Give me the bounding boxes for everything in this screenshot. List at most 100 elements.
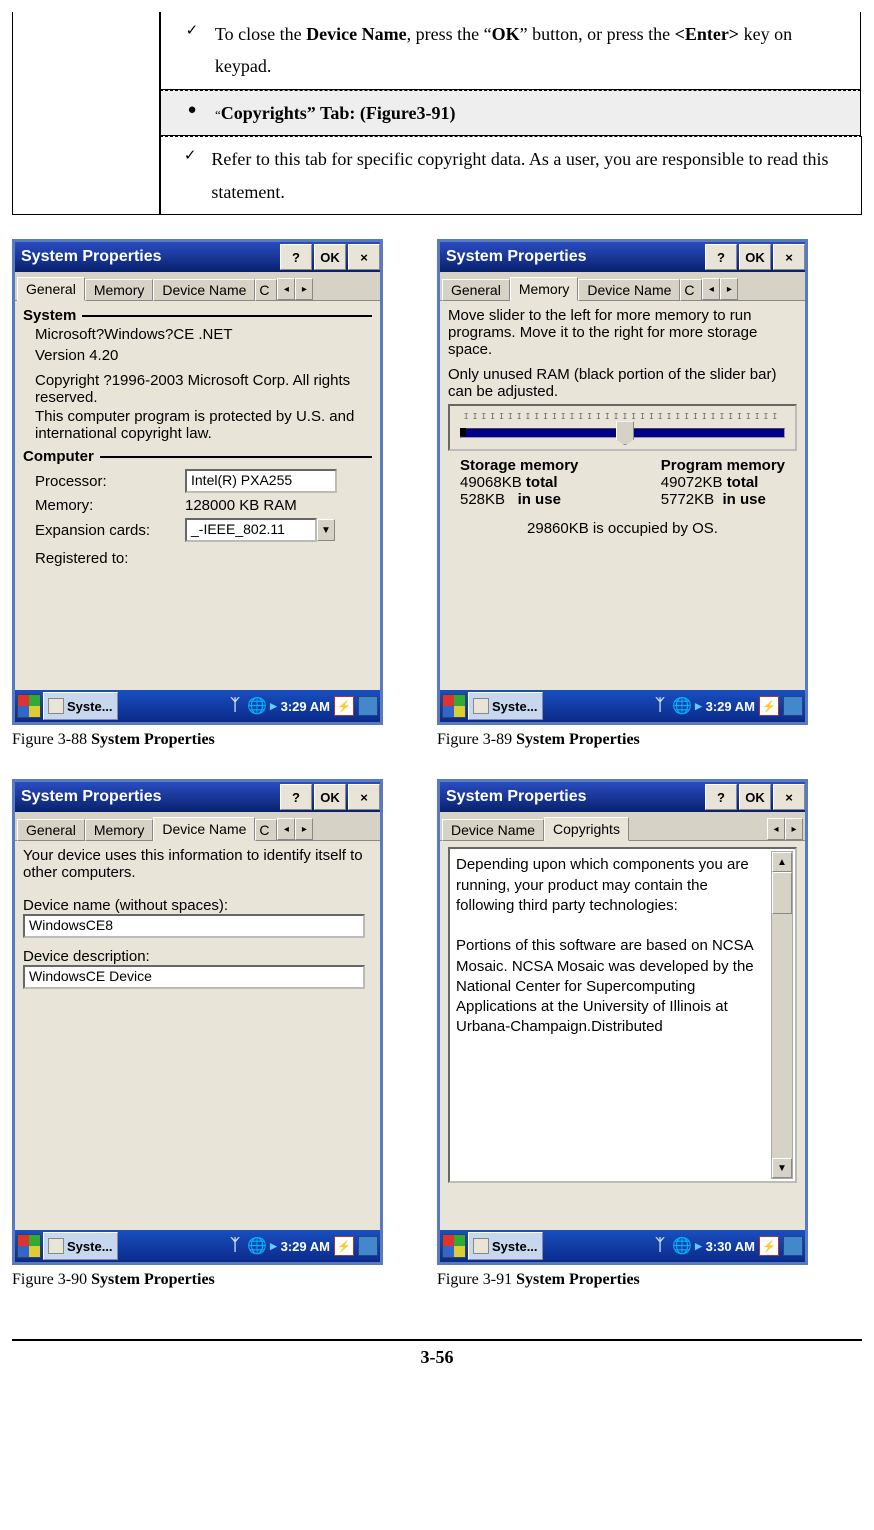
start-button[interactable] bbox=[442, 694, 466, 718]
system-icon bbox=[473, 698, 489, 714]
system-line1: Microsoft?Windows?CE .NET bbox=[23, 324, 372, 345]
tab-general[interactable]: General bbox=[442, 279, 510, 301]
battery-icon[interactable]: ⚡ bbox=[334, 696, 354, 716]
close-button[interactable]: × bbox=[773, 784, 805, 810]
battery-icon[interactable]: ⚡ bbox=[759, 1236, 779, 1256]
help-button[interactable]: ? bbox=[280, 244, 312, 270]
tab-scroll-right-icon[interactable]: ▸ bbox=[785, 818, 803, 840]
ok-button[interactable]: OK bbox=[314, 244, 346, 270]
desktop-icon[interactable] bbox=[783, 1236, 803, 1256]
device-screenshot-89: System Properties ? OK × General Memory … bbox=[437, 239, 808, 725]
page-number: 3-56 bbox=[12, 1339, 862, 1368]
storage-inuse: 528KB bbox=[460, 491, 505, 508]
battery-icon[interactable]: ⚡ bbox=[759, 696, 779, 716]
tab-device-name[interactable]: Device Name bbox=[442, 819, 544, 841]
desktop-icon[interactable] bbox=[358, 1236, 378, 1256]
expansion-select[interactable]: _-IEEE_802.11 ▼ bbox=[185, 518, 335, 542]
clock-time[interactable]: 3:30 AM bbox=[706, 1239, 755, 1254]
globe-icon[interactable]: 🌐 bbox=[673, 1237, 691, 1255]
scroll-down-icon[interactable]: ▼ bbox=[772, 1158, 792, 1178]
device-descr-input[interactable]: WindowsCE Device bbox=[23, 965, 365, 989]
tab-scroll-right-icon[interactable]: ▸ bbox=[720, 278, 738, 300]
window-title: System Properties bbox=[446, 248, 587, 266]
start-button[interactable] bbox=[17, 694, 41, 718]
help-button[interactable]: ? bbox=[280, 784, 312, 810]
figure-caption-90: Figure 3-90 System Properties bbox=[12, 1271, 377, 1289]
clock-time[interactable]: 3:29 AM bbox=[281, 699, 330, 714]
help-button[interactable]: ? bbox=[705, 244, 737, 270]
window-title: System Properties bbox=[446, 788, 587, 806]
tab-general[interactable]: General bbox=[17, 819, 85, 841]
memory-desc-2: Only unused RAM (black portion of the sl… bbox=[448, 366, 797, 400]
wifi-icon[interactable]: ᛉ bbox=[651, 697, 669, 715]
device-screenshot-88: System Properties ? OK × General Memory … bbox=[12, 239, 383, 725]
start-button[interactable] bbox=[17, 1234, 41, 1258]
taskbar-app-button[interactable]: Syste... bbox=[468, 1232, 543, 1260]
tab-device-name[interactable]: Device Name bbox=[153, 817, 255, 841]
wifi-icon[interactable]: ᛉ bbox=[226, 1237, 244, 1255]
device-name-label: Device name (without spaces): bbox=[23, 897, 372, 914]
tab-memory[interactable]: Memory bbox=[85, 279, 154, 301]
tab-device-name[interactable]: Device Name bbox=[153, 279, 255, 301]
tab-general[interactable]: General bbox=[17, 277, 85, 301]
desktop-icon[interactable] bbox=[358, 696, 378, 716]
instruction-row-2: ● “Copyrights” Tab: (Figure3-91) bbox=[160, 90, 861, 136]
device-name-input[interactable]: WindowsCE8 bbox=[23, 914, 365, 938]
tab-device-name[interactable]: Device Name bbox=[578, 279, 680, 301]
wifi-icon[interactable]: ᛉ bbox=[226, 697, 244, 715]
battery-icon[interactable]: ⚡ bbox=[334, 1236, 354, 1256]
storage-header: Storage memory bbox=[460, 457, 578, 474]
tab-memory[interactable]: Memory bbox=[510, 277, 579, 301]
tab-scroll-left-icon[interactable]: ◂ bbox=[702, 278, 720, 300]
close-button[interactable]: × bbox=[773, 244, 805, 270]
device-screenshot-90: System Properties ? OK × General Memory … bbox=[12, 779, 383, 1265]
ok-button[interactable]: OK bbox=[314, 784, 346, 810]
expansion-value: _-IEEE_802.11 bbox=[185, 518, 317, 542]
tab-copyrights[interactable]: Copyrights bbox=[544, 817, 629, 841]
system-group-label: System bbox=[23, 307, 76, 324]
instruction-row-1: ✓ To close the Device Name, press the “O… bbox=[160, 12, 861, 90]
tab-partial[interactable]: C bbox=[680, 279, 702, 301]
tab-scroll-right-icon[interactable]: ▸ bbox=[295, 818, 313, 840]
figure-caption-91: Figure 3-91 System Properties bbox=[437, 1271, 802, 1289]
globe-icon[interactable]: 🌐 bbox=[673, 697, 691, 715]
tab-partial[interactable]: C bbox=[255, 819, 277, 841]
taskbar-app-button[interactable]: Syste... bbox=[468, 692, 543, 720]
window-title: System Properties bbox=[21, 788, 162, 806]
check-icon: ✓ bbox=[169, 143, 211, 208]
taskbar-app-button[interactable]: Syste... bbox=[43, 692, 118, 720]
clock-time[interactable]: 3:29 AM bbox=[281, 1239, 330, 1254]
tab-scroll-right-icon[interactable]: ▸ bbox=[295, 278, 313, 300]
globe-icon[interactable]: 🌐 bbox=[248, 697, 266, 715]
close-button[interactable]: × bbox=[348, 784, 380, 810]
slider-thumb[interactable] bbox=[616, 421, 634, 445]
globe-icon[interactable]: 🌐 bbox=[248, 1237, 266, 1255]
tab-scroll-left-icon[interactable]: ◂ bbox=[277, 278, 295, 300]
tab-memory[interactable]: Memory bbox=[85, 819, 154, 841]
instructions-table: ✓ To close the Device Name, press the “O… bbox=[12, 12, 862, 215]
clock-time[interactable]: 3:29 AM bbox=[706, 699, 755, 714]
ok-button[interactable]: OK bbox=[739, 784, 771, 810]
taskbar-app-button[interactable]: Syste... bbox=[43, 1232, 118, 1260]
help-button[interactable]: ? bbox=[705, 784, 737, 810]
desktop-icon[interactable] bbox=[783, 696, 803, 716]
window-title: System Properties bbox=[21, 248, 162, 266]
ok-button[interactable]: OK bbox=[739, 244, 771, 270]
memory-label: Memory: bbox=[35, 497, 185, 514]
close-button[interactable]: × bbox=[348, 244, 380, 270]
scroll-up-icon[interactable]: ▲ bbox=[772, 852, 792, 872]
system-icon bbox=[48, 1238, 64, 1254]
system-copyright: Copyright ?1996-2003 Microsoft Corp. All… bbox=[23, 372, 372, 408]
start-button[interactable] bbox=[442, 1234, 466, 1258]
tab-partial[interactable]: C bbox=[255, 279, 277, 301]
scroll-thumb[interactable] bbox=[772, 872, 792, 914]
instr-2-text: “Copyrights” Tab: (Figure3-91) bbox=[215, 97, 455, 129]
tab-scroll-left-icon[interactable]: ◂ bbox=[767, 818, 785, 840]
memory-slider[interactable]: IIIIIIIIIIIIIIIIIIIIIIIIIIIIIIIIIIII bbox=[448, 404, 797, 451]
figure-caption-88: Figure 3-88 System Properties bbox=[12, 731, 377, 749]
chevron-down-icon[interactable]: ▼ bbox=[317, 519, 335, 541]
tab-scroll-left-icon[interactable]: ◂ bbox=[277, 818, 295, 840]
wifi-icon[interactable]: ᛉ bbox=[651, 1237, 669, 1255]
figure-caption-89: Figure 3-89 System Properties bbox=[437, 731, 802, 749]
scrollbar[interactable]: ▲ ▼ bbox=[771, 851, 793, 1179]
